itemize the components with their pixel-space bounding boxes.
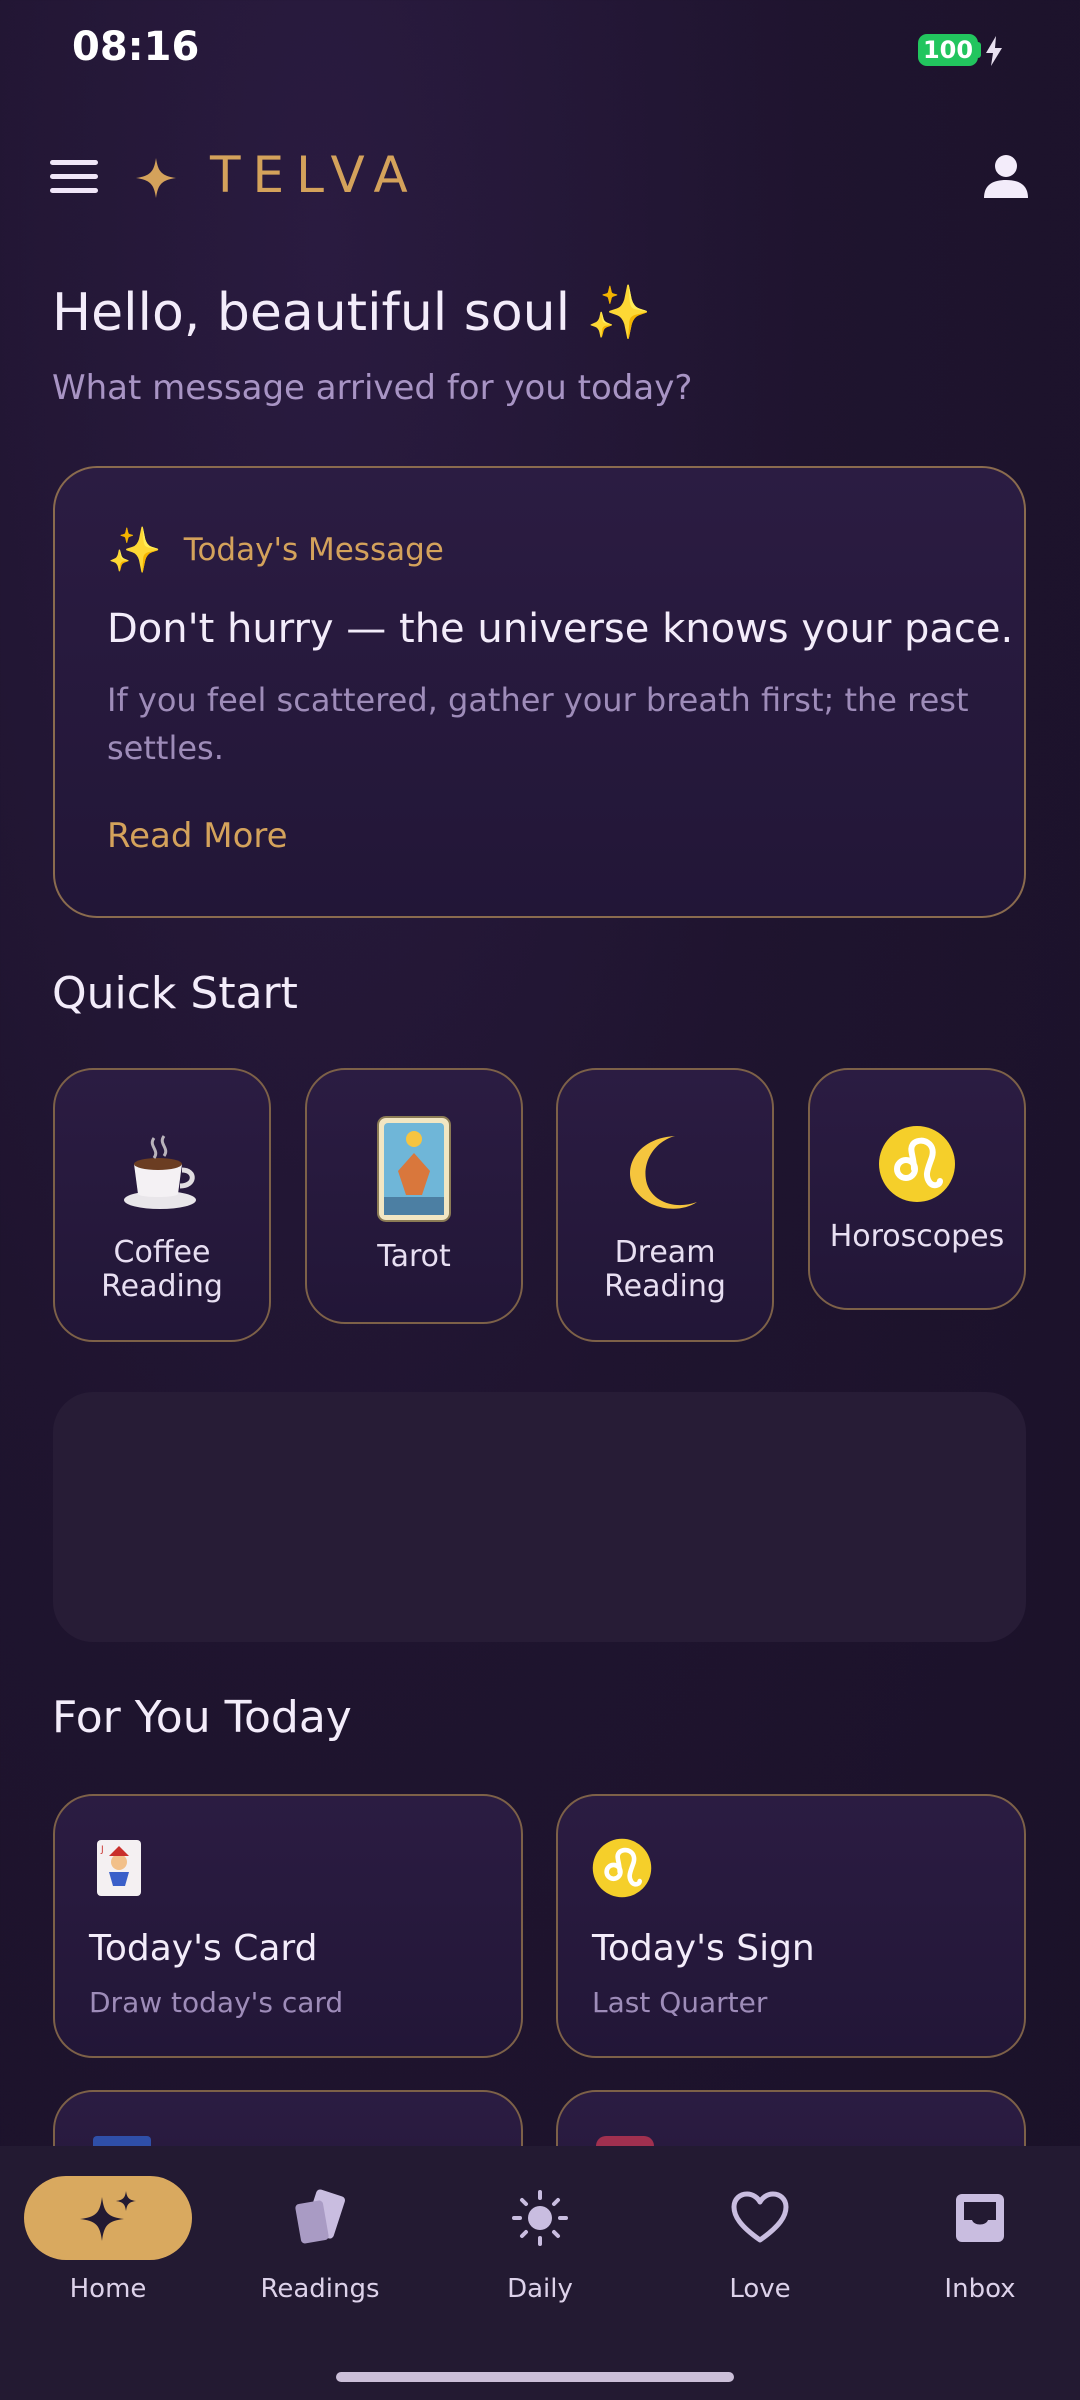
- feature-title: Today's Card: [89, 1928, 318, 1969]
- nav-label: Home: [69, 2274, 147, 2304]
- charging-icon: [986, 36, 1002, 66]
- heart-icon: [731, 2191, 789, 2243]
- svg-text:J: J: [100, 1845, 104, 1855]
- message-header: ✨ Today's Message: [107, 524, 444, 576]
- coffee-icon: [120, 1124, 204, 1220]
- quick-start-tarot[interactable]: Tarot: [305, 1068, 523, 1324]
- nav-label: Love: [729, 2274, 791, 2304]
- quick-start-dream-reading[interactable]: Dream Reading: [556, 1068, 774, 1342]
- nav-readings[interactable]: Readings: [212, 2176, 428, 2336]
- logo-star-icon: [136, 158, 176, 198]
- inbox-icon: [956, 2194, 1004, 2242]
- todays-card-tile[interactable]: J Today's Card Draw today's card: [53, 1794, 523, 2058]
- feature-subtitle: Last Quarter: [592, 1986, 768, 2019]
- status-time: 08:16: [72, 24, 200, 70]
- nav-label: Readings: [260, 2274, 380, 2304]
- leo-sign-icon: [592, 1838, 652, 1898]
- message-label: Today's Message: [183, 532, 444, 568]
- quick-start-label: Coffee Reading: [101, 1235, 223, 1304]
- leo-sign-icon: [878, 1124, 956, 1204]
- todays-sign-tile[interactable]: Today's Sign Last Quarter: [556, 1794, 1026, 2058]
- battery-indicator: 100: [918, 34, 978, 66]
- cards-icon: [295, 2189, 346, 2244]
- nav-active-indicator: [24, 2176, 192, 2260]
- app-title: TELVA: [210, 146, 420, 204]
- home-indicator[interactable]: [336, 2372, 734, 2382]
- greeting-title: Hello, beautiful soul ✨: [52, 283, 652, 343]
- sun-icon: [512, 2190, 568, 2246]
- feature-subtitle: Draw today's card: [89, 1986, 344, 2019]
- quick-start-label: Tarot: [377, 1239, 451, 1274]
- read-more-link[interactable]: Read More: [107, 816, 288, 856]
- status-bar: 08:16 100: [0, 0, 1080, 100]
- quick-start-coffee-reading[interactable]: Coffee Reading: [53, 1068, 271, 1342]
- quick-start-label: Dream Reading: [604, 1235, 726, 1304]
- nav-daily[interactable]: Daily: [432, 2176, 648, 2336]
- quick-start-label: Horoscopes: [829, 1219, 1005, 1254]
- nav-inbox[interactable]: Inbox: [872, 2176, 1080, 2336]
- menu-icon[interactable]: [50, 160, 98, 194]
- joker-card-icon: J: [97, 1840, 141, 1896]
- sparkles-icon: ✨: [107, 525, 162, 576]
- tarot-card-icon: [376, 1114, 452, 1224]
- profile-icon[interactable]: [982, 152, 1030, 200]
- for-you-today-title: For You Today: [52, 1692, 352, 1743]
- nav-love[interactable]: Love: [652, 2176, 868, 2336]
- nav-label: Inbox: [944, 2274, 1016, 2304]
- todays-message-card[interactable]: ✨ Today's Message Don't hurry — the univ…: [53, 466, 1026, 918]
- feature-title: Today's Sign: [592, 1928, 815, 1969]
- sparkles-icon: [80, 2191, 136, 2241]
- content-placeholder: [53, 1392, 1026, 1642]
- battery-cap: [976, 42, 981, 58]
- nav-home[interactable]: Home: [0, 2176, 216, 2336]
- crescent-moon-icon: [623, 1124, 707, 1220]
- bottom-navigation: Home Readings Daily Love Inbox: [0, 2146, 1080, 2400]
- message-title: Don't hurry — the universe knows your pa…: [107, 606, 1014, 652]
- greeting-subtitle: What message arrived for you today?: [52, 368, 693, 408]
- nav-label: Daily: [507, 2274, 573, 2304]
- quick-start-horoscopes[interactable]: Horoscopes: [808, 1068, 1026, 1310]
- message-body: If you feel scattered, gather your breat…: [107, 681, 969, 767]
- quick-start-title: Quick Start: [52, 968, 298, 1019]
